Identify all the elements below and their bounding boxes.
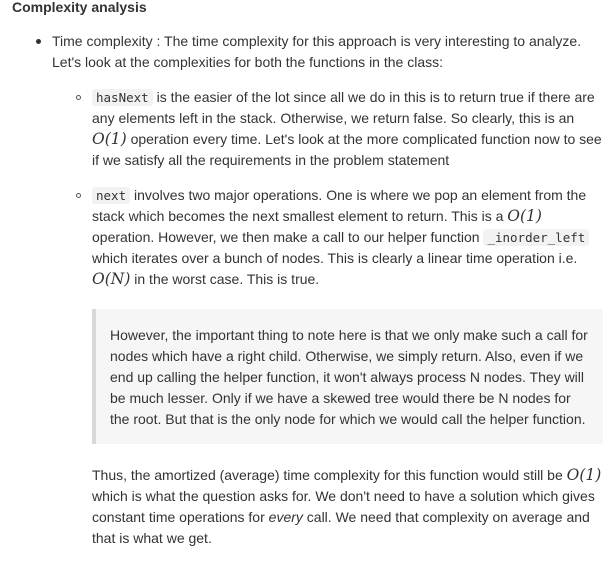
inorder-left-code: _inorder_left — [483, 229, 590, 246]
bullet-circle-icon — [76, 95, 81, 100]
blockquote-text: However, the important thing to note her… — [110, 327, 588, 427]
sub2-text-c: which iterates over a bunch of nodes. Th… — [92, 250, 578, 266]
item1-text: Time complexity : The time complexity fo… — [52, 33, 582, 70]
hasnext-code: hasNext — [92, 89, 153, 106]
final-emphasis: every — [268, 509, 303, 525]
amortized-paragraph: Thus, the amortized (average) time compl… — [92, 465, 604, 549]
sub2-text-d: in the worst case. This is true. — [134, 271, 320, 287]
next-code: next — [92, 187, 131, 204]
sub2-math-a: O(1) — [507, 207, 542, 225]
sub1-text-a: is the easier of the lot since all we do… — [92, 89, 595, 126]
hasnext-paragraph: hasNext is the easier of the lot since a… — [92, 87, 604, 171]
final-math: O(1) — [566, 466, 602, 484]
section-heading: Complexity analysis — [12, 0, 147, 15]
time-complexity-paragraph: Time complexity : The time complexity fo… — [52, 31, 600, 73]
sub1-math-a: O(1) — [92, 130, 127, 148]
sub2-math-b: O(N) — [92, 270, 131, 288]
bullet-circle-icon — [76, 193, 81, 198]
sub1-text-b: operation every time. Let's look at the … — [92, 131, 602, 168]
sub2-text-b: operation. However, we then make a call … — [92, 229, 480, 245]
bullet-disc-icon — [36, 39, 41, 44]
next-paragraph: next involves two major operations. One … — [92, 185, 604, 290]
final-text-a: Thus, the amortized (average) time compl… — [92, 467, 563, 483]
blockquote: However, the important thing to note her… — [92, 309, 603, 444]
